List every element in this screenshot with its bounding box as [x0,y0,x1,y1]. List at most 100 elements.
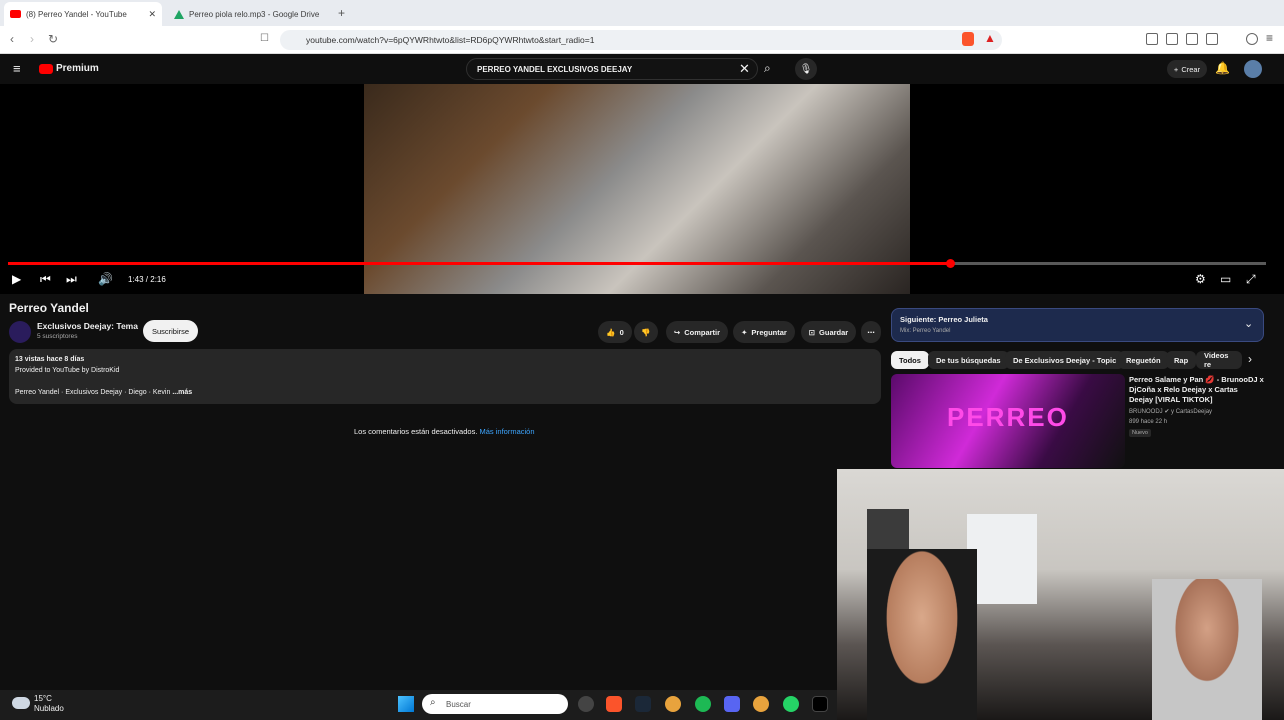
vpn-icon[interactable] [1246,33,1258,45]
tab-title: Perreo piola relo.mp3 - Google Drive [189,9,320,19]
person-left [867,549,977,720]
cloud-weather-icon[interactable] [12,697,30,709]
up-next-mix: Mix: Perreo Yandel [900,328,951,334]
spotify-icon[interactable] [695,696,711,712]
next-icon[interactable]: ⏭ [66,272,77,287]
thumbs-down-icon: 👎 [641,327,651,337]
webcam-overlay [837,469,1284,720]
chips-next-icon[interactable]: › [1248,352,1252,366]
temperature: 15°C [34,694,52,703]
tab-google-drive[interactable]: Perreo piola relo.mp3 - Google Drive [168,2,336,26]
clear-search-icon[interactable]: ✕ [739,61,750,77]
share-button[interactable]: ↪ Compartir [666,321,728,343]
channel-avatar[interactable] [9,321,31,343]
create-label: Crear [1181,64,1201,74]
menu-icon[interactable]: ≡ [1266,31,1273,45]
sparkle-icon: ✦ [741,327,748,337]
google-drive-icon [174,9,184,19]
channel-name[interactable]: Exclusivos Deejay: Tema [37,321,138,331]
subscribe-button[interactable]: Suscribirse [143,320,198,342]
search-icon: ⌕ [430,697,436,708]
recommended-thumbnail[interactable]: PERREO [891,374,1125,468]
puzzle-icon[interactable] [1166,33,1178,45]
brave-browser-icon[interactable] [606,696,622,712]
recommended-channel[interactable]: BRUNOODJ ✔ y CartasDeejay [1129,408,1212,415]
steam-icon[interactable] [635,696,651,712]
weather-condition: Nublado [34,704,64,713]
discord-icon[interactable] [724,696,740,712]
description-box[interactable]: 13 vistas hace 8 días Provided to YouTub… [9,349,881,404]
chip-from-searches[interactable]: De tus búsquedas [928,351,1009,369]
dislike-button[interactable]: 👎 [634,321,658,343]
save-button[interactable]: ⊡ Guardar [801,321,856,343]
back-icon[interactable]: ‹ [10,32,14,46]
notifications-bell-icon[interactable]: 🔔 [1215,61,1230,75]
tiktok-icon[interactable] [812,696,828,712]
account-avatar[interactable] [1244,60,1262,78]
previous-icon[interactable]: ⏮ [40,272,51,287]
search-placeholder: Buscar [446,699,471,709]
chip-videos[interactable]: Videos re [1196,351,1242,369]
chip-topic[interactable]: De Exclusivos Deejay - Topic [1005,351,1125,369]
background-window [967,514,1037,604]
more-actions-button[interactable]: ⋯ [861,321,881,343]
share-label: Compartir [684,327,721,337]
fullscreen-icon[interactable]: ⤢ [1246,272,1256,287]
hamburger-menu-icon[interactable]: ≡ [13,61,21,76]
recommended-meta: 899 hace 22 h [1129,419,1168,425]
youtube-logo-icon[interactable] [39,64,53,74]
new-badge: Nuevo [1129,429,1151,437]
chip-all[interactable]: Todos [891,351,929,369]
more-info-link[interactable]: Más información [480,427,535,436]
address-bar-row: ‹ › ↻ ☐ youtube.com/watch?v=6pQYWRhtwto&… [0,26,1284,54]
whatsapp-icon[interactable] [783,696,799,712]
create-button[interactable]: + Crear [1167,60,1207,78]
riot-client-icon[interactable] [753,696,769,712]
sidebar-icon[interactable] [1186,33,1198,45]
search-input[interactable]: PERREO YANDEL EXCLUSIVOS DEEJAY [466,58,758,80]
chip-rap[interactable]: Rap [1166,351,1197,369]
tab-title: (8) Perreo Yandel - YouTube [26,9,127,19]
miniplayer-icon[interactable]: ▭ [1220,272,1231,286]
thumbs-up-icon: 👍 [606,327,616,337]
close-tab-icon[interactable]: ✕ [148,9,156,20]
wallet-icon[interactable] [1206,33,1218,45]
url-text: youtube.com/watch?v=6pQYWRhtwto&list=RD6… [306,35,595,45]
ask-button[interactable]: ✦ Preguntar [733,321,795,343]
forward-icon[interactable]: › [30,32,34,46]
settings-gear-icon[interactable]: ⚙ [1195,272,1206,286]
search-icon[interactable]: ⌕ [764,61,771,76]
share-icon: ↪ [673,327,681,337]
taskbar-search-input[interactable]: ⌕ Buscar [422,694,568,714]
progress-scrubber[interactable] [946,259,955,268]
extension-icon[interactable] [1146,33,1158,45]
up-next-panel[interactable]: Siguiente: Perreo Julieta Mix: Perreo Ya… [891,308,1264,342]
like-button[interactable]: 👍 0 [598,321,632,343]
chip-regueton[interactable]: Reguetón [1118,351,1169,369]
voice-search-icon[interactable]: 🎙 [795,58,817,80]
description-text: Perreo Yandel · Exclusivos Deejay · Dieg… [15,389,171,396]
recommended-title[interactable]: Perreo Salame y Pan 💋 - BrunooDJ x DjCoñ… [1129,375,1264,405]
volume-icon[interactable]: 🔊 [98,272,113,286]
new-tab-icon[interactable]: + [338,6,345,20]
weather-widget[interactable]: 15°C Nublado [34,694,64,714]
brave-shields-icon[interactable] [962,32,974,46]
premium-logo-text[interactable]: Premium [56,63,99,74]
progress-fill [8,262,950,265]
chevron-down-icon[interactable]: ⌄ [1244,317,1253,330]
search-query-text: PERREO YANDEL EXCLUSIVOS DEEJAY [477,64,633,74]
system-icon[interactable] [578,696,594,712]
description-line: Perreo Yandel · Exclusivos Deejay · Dieg… [15,389,192,396]
show-more-link[interactable]: ...más [172,389,192,396]
comments-off-text: Los comentarios están desactivados. [354,427,478,436]
url-field[interactable]: youtube.com/watch?v=6pQYWRhtwto&list=RD6… [280,30,1002,50]
bookmark-icon[interactable]: ☐ [260,33,269,44]
brave-rewards-icon[interactable]: ▲ [984,31,996,45]
play-icon[interactable]: ▶ [12,272,21,286]
windows-start-icon[interactable] [398,696,414,712]
reload-icon[interactable]: ↻ [48,32,58,46]
league-icon[interactable] [665,696,681,712]
tab-youtube[interactable]: (8) Perreo Yandel - YouTube ✕ [4,2,162,26]
video-title: Perreo Yandel [9,301,89,315]
provided-by: Provided to YouTube by DistroKid [15,367,120,374]
